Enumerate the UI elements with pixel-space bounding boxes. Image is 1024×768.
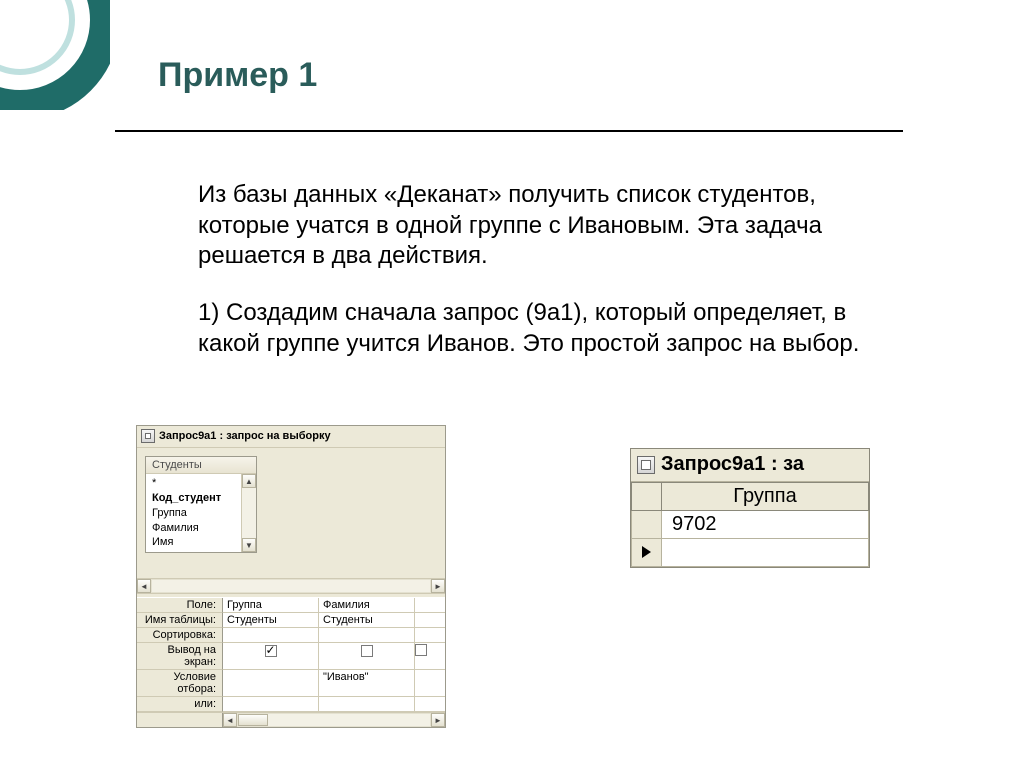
paragraph-1: Из базы данных «Деканат» получить список…: [198, 180, 894, 272]
paragraph-2: 1) Создадим сначала запрос (9а1), которы…: [198, 298, 894, 359]
result-title-text: Запрос9а1 : за: [661, 453, 804, 476]
field-list[interactable]: * Код_студент Группа Фамилия Имя: [146, 474, 241, 552]
grid-cell-field-1[interactable]: Фамилия: [319, 598, 415, 613]
grid-cell-show-1[interactable]: [319, 643, 415, 670]
grid-cell-blank[interactable]: [415, 670, 445, 697]
grid-cell-show-0[interactable]: [223, 643, 319, 670]
column-header-group[interactable]: Группа: [662, 483, 869, 511]
field-list-vscroll[interactable]: ▲ ▼: [241, 474, 256, 552]
scroll-left-icon[interactable]: ◄: [223, 713, 237, 727]
query-tables-pane[interactable]: Студенты * Код_студент Группа Фамилия Им…: [137, 448, 445, 578]
table-row-new[interactable]: [632, 539, 869, 567]
current-row-icon: [642, 546, 651, 558]
grid-cell-field-0[interactable]: Группа: [223, 598, 319, 613]
hscroll-track[interactable]: [151, 579, 431, 593]
grid-hscroll[interactable]: ◄ ►: [137, 712, 445, 727]
grid-label-table: Имя таблицы:: [137, 613, 223, 628]
hscroll-thumb[interactable]: [238, 714, 268, 726]
field-item[interactable]: Группа: [152, 506, 241, 521]
grid-cell-criteria-1[interactable]: "Иванов": [319, 670, 415, 697]
query-designer-titlebar: Запрос9а1 : запрос на выборку: [137, 426, 445, 448]
datasheet-window-icon: [637, 456, 655, 474]
scroll-up-icon[interactable]: ▲: [242, 474, 256, 488]
corner-decoration: [0, 0, 110, 110]
scroll-left-icon[interactable]: ◄: [137, 579, 151, 593]
cell-empty[interactable]: [662, 539, 869, 567]
grid-cell-criteria-0[interactable]: [223, 670, 319, 697]
result-datasheet-window: Запрос9а1 : за Группа 9702: [630, 448, 870, 568]
hscroll-track[interactable]: [237, 713, 431, 727]
grid-cell-blank[interactable]: [415, 697, 445, 712]
grid-label-field: Поле:: [137, 598, 223, 613]
checkbox-icon[interactable]: [265, 645, 277, 657]
checkbox-icon[interactable]: [415, 644, 427, 656]
grid-cell-table-0[interactable]: Студенты: [223, 613, 319, 628]
table-card-title: Студенты: [146, 457, 256, 474]
cell-group-value[interactable]: 9702: [662, 511, 869, 539]
grid-cell-show-2[interactable]: [415, 643, 445, 670]
tables-pane-hscroll[interactable]: ◄ ►: [137, 578, 445, 593]
grid-label-sort: Сортировка:: [137, 628, 223, 643]
field-item[interactable]: Код_студент: [152, 491, 241, 506]
grid-cell-sort-1[interactable]: [319, 628, 415, 643]
slide-title: Пример 1: [158, 56, 317, 95]
row-selector-header[interactable]: [632, 483, 662, 511]
result-titlebar: Запрос9а1 : за: [631, 449, 869, 482]
grid-cell-or-1[interactable]: [319, 697, 415, 712]
field-item[interactable]: Имя: [152, 535, 241, 550]
row-selector[interactable]: [632, 511, 662, 539]
scroll-right-icon[interactable]: ►: [431, 713, 445, 727]
field-item[interactable]: Фамилия: [152, 521, 241, 536]
query-design-grid[interactable]: Поле: Группа Фамилия Имя таблицы: Студен…: [137, 598, 445, 712]
scroll-down-icon[interactable]: ▼: [242, 538, 256, 552]
query-window-icon: [141, 429, 155, 443]
grid-cell-blank[interactable]: [415, 613, 445, 628]
grid-cell-table-1[interactable]: Студенты: [319, 613, 415, 628]
grid-cell-blank[interactable]: [415, 598, 445, 613]
scroll-right-icon[interactable]: ►: [431, 579, 445, 593]
table-row[interactable]: 9702: [632, 511, 869, 539]
grid-label-or: или:: [137, 697, 223, 712]
grid-cell-or-0[interactable]: [223, 697, 319, 712]
query-designer-title-text: Запрос9а1 : запрос на выборку: [159, 430, 331, 442]
result-table[interactable]: Группа 9702: [631, 482, 869, 567]
query-designer-window: Запрос9а1 : запрос на выборку Студенты *…: [136, 425, 446, 728]
checkbox-icon[interactable]: [361, 645, 373, 657]
row-selector-current[interactable]: [632, 539, 662, 567]
grid-cell-blank[interactable]: [415, 628, 445, 643]
grid-cell-sort-0[interactable]: [223, 628, 319, 643]
table-card-students[interactable]: Студенты * Код_студент Группа Фамилия Им…: [145, 456, 257, 553]
grid-label-criteria: Условие отбора:: [137, 670, 223, 697]
title-rule: [115, 130, 903, 132]
grid-label-show: Вывод на экран:: [137, 643, 223, 670]
field-item[interactable]: *: [152, 476, 241, 491]
